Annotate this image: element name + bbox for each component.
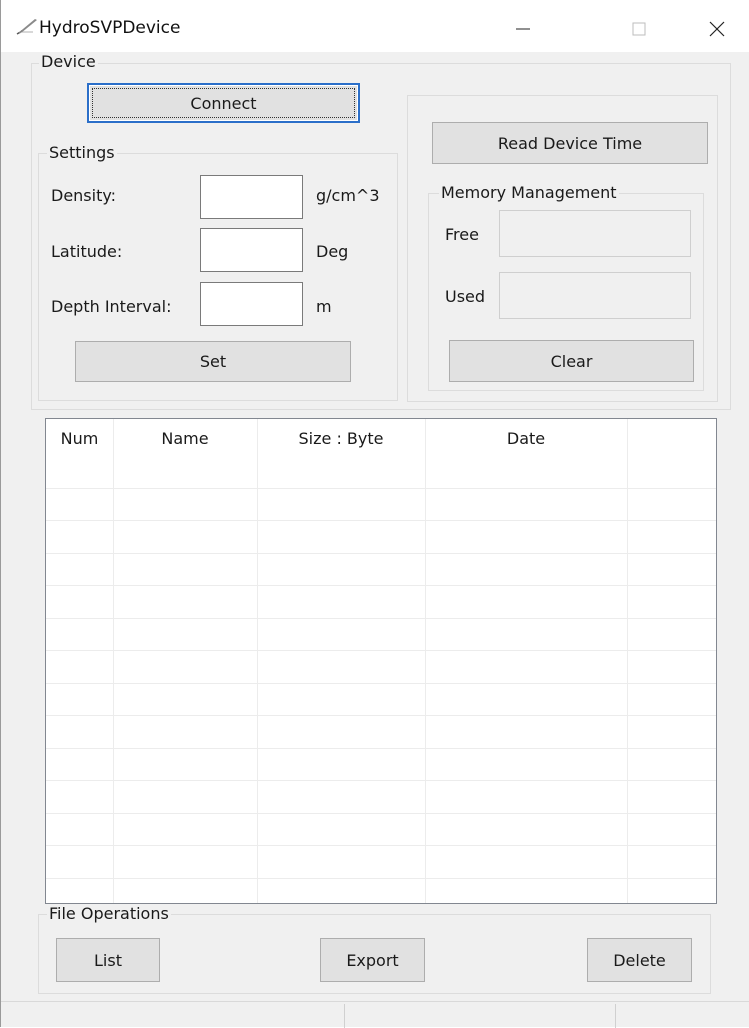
row-gridline: [46, 845, 716, 846]
depth-interval-input[interactable]: [200, 282, 303, 326]
latitude-unit: Deg: [316, 242, 349, 261]
export-button[interactable]: Export: [320, 938, 425, 982]
density-input[interactable]: [200, 175, 303, 219]
status-bar-divider: [344, 1004, 345, 1028]
close-button[interactable]: [695, 12, 739, 46]
column-divider: [627, 419, 628, 903]
density-label: Density:: [51, 186, 117, 205]
status-bar: [1, 1001, 749, 1028]
settings-group-label: Settings: [47, 143, 117, 162]
close-icon: [709, 21, 725, 37]
maximize-icon: [632, 22, 646, 36]
row-gridline: [46, 813, 716, 814]
list-button[interactable]: List: [56, 938, 160, 982]
column-header-num[interactable]: Num: [46, 419, 113, 457]
used-label: Used: [445, 287, 486, 306]
row-gridline: [46, 488, 716, 489]
row-gridline: [46, 748, 716, 749]
row-gridline: [46, 585, 716, 586]
device-group-label: Device: [39, 52, 98, 71]
row-gridline: [46, 520, 716, 521]
depth-interval-unit: m: [316, 297, 332, 316]
column-divider: [113, 419, 114, 903]
minimize-button[interactable]: [501, 12, 545, 46]
set-button[interactable]: Set: [75, 341, 351, 382]
row-gridline: [46, 618, 716, 619]
latitude-input[interactable]: [200, 228, 303, 272]
column-divider: [257, 419, 258, 903]
row-gridline: [46, 780, 716, 781]
row-gridline: [46, 650, 716, 651]
status-bar-divider: [615, 1004, 616, 1028]
row-gridline: [46, 878, 716, 879]
row-gridline: [46, 715, 716, 716]
title-bar[interactable]: HydroSVPDevice: [1, 0, 749, 52]
latitude-label: Latitude:: [51, 242, 123, 261]
used-memory-field: [499, 272, 691, 319]
delete-button[interactable]: Delete: [587, 938, 692, 982]
main-window: HydroSVPDevice Device Connect Settings D…: [0, 0, 749, 1028]
density-unit: g/cm^3: [316, 186, 380, 205]
feather-pen-icon: [15, 16, 39, 36]
memory-management-label: Memory Management: [439, 183, 619, 202]
column-divider: [425, 419, 426, 903]
column-header-name[interactable]: Name: [113, 419, 257, 457]
maximize-button[interactable]: [617, 12, 661, 46]
depth-interval-label: Depth Interval:: [51, 297, 172, 316]
window-title: HydroSVPDevice: [39, 18, 181, 38]
free-memory-field: [499, 210, 691, 257]
column-header-date[interactable]: Date: [425, 419, 627, 457]
file-list-header: Num Name Size : Byte Date: [46, 419, 716, 457]
read-device-time-button[interactable]: Read Device Time: [432, 122, 708, 164]
column-header-size[interactable]: Size : Byte: [257, 419, 425, 457]
minimize-icon: [516, 28, 530, 30]
file-operations-label: File Operations: [47, 904, 171, 923]
clear-button[interactable]: Clear: [449, 340, 694, 382]
row-gridline: [46, 553, 716, 554]
connect-button[interactable]: Connect: [87, 83, 360, 123]
file-list-table[interactable]: Num Name Size : Byte Date: [45, 418, 717, 904]
free-label: Free: [445, 225, 479, 244]
row-gridline: [46, 683, 716, 684]
